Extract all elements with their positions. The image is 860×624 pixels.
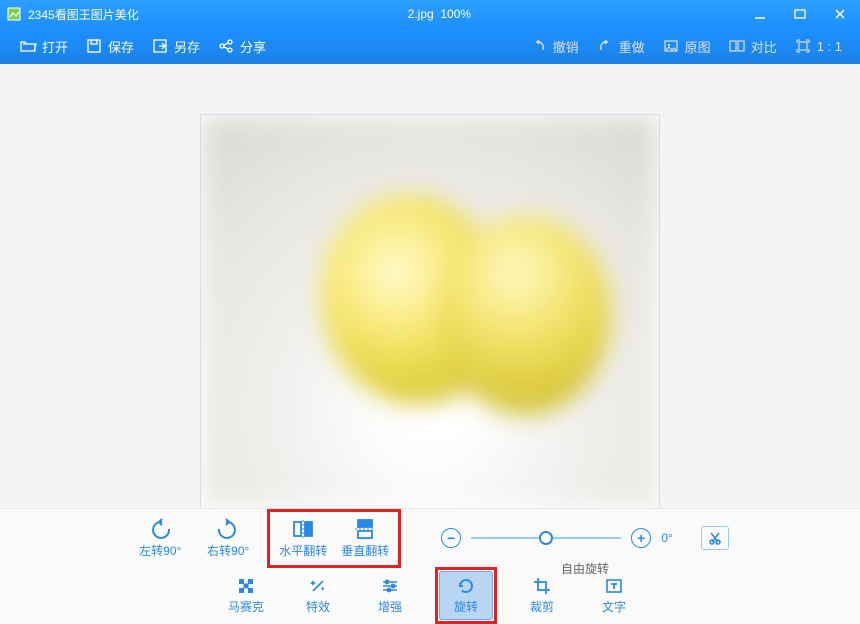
file-name-zoom: 2.jpg 100% [408,7,471,21]
mosaic-icon [236,576,256,596]
undo-icon [529,36,549,56]
original-label: 原图 [685,37,711,56]
share-button[interactable]: 分享 [208,32,274,60]
save-icon [84,36,104,56]
tab-text-label: 文字 [602,598,626,615]
file-name: 2.jpg [408,7,434,21]
zoom-level: 100% [440,7,471,21]
tab-rotate-label: 旋转 [454,598,478,615]
crop-apply-button[interactable] [701,526,729,550]
save-button[interactable]: 保存 [76,32,142,60]
tab-crop-label: 裁剪 [530,598,554,615]
redo-icon [595,36,615,56]
tab-rotate[interactable]: 旋转 [439,571,493,620]
onetoone-icon [793,36,813,56]
tab-effect-label: 特效 [306,598,330,615]
flip-v-label: 垂直翻转 [341,542,389,559]
rotate-right-90-button[interactable]: 右转90° [199,514,257,563]
tab-effect[interactable]: 特效 [291,572,345,619]
canvas-image[interactable] [200,114,660,509]
flip-vertical-button[interactable]: 垂直翻转 [336,514,394,563]
undo-label: 撤销 [553,37,579,56]
bottom-panel: 左转90° 右转90° 水平翻转 垂直翻转 − + 0° 自由旋转 [0,508,860,623]
angle-value: 0° [661,531,672,545]
tab-crop[interactable]: 裁剪 [515,572,569,619]
free-rotate-label: 自由旋转 [561,560,609,577]
rotate-left-label: 左转90° [139,542,181,559]
undo-button[interactable]: 撤销 [521,32,587,60]
compare-label: 对比 [751,37,777,56]
minimize-button[interactable] [740,0,780,28]
angle-minus-button[interactable]: − [441,528,461,548]
share-label: 分享 [240,37,266,56]
onetoone-button[interactable]: 1 : 1 [785,32,850,60]
compare-icon [727,36,747,56]
maximize-button[interactable] [780,0,820,28]
tab-text[interactable]: 文字 [587,572,641,619]
onetoone-label: 1 : 1 [817,39,842,54]
redo-label: 重做 [619,37,645,56]
text-icon [604,576,624,596]
open-button[interactable]: 打开 [10,32,76,60]
tabs-row: 马赛克 特效 增强 旋转 裁剪 文字 [0,567,860,623]
tab-mosaic[interactable]: 马赛克 [219,572,273,619]
close-button[interactable] [820,0,860,28]
image-icon [661,36,681,56]
angle-slider[interactable] [471,537,621,539]
saveas-label: 另存 [174,37,200,56]
folder-open-icon [18,36,38,56]
tab-enhance[interactable]: 增强 [363,572,417,619]
tab-enhance-label: 增强 [378,598,402,615]
save-label: 保存 [108,37,134,56]
share-icon [216,36,236,56]
toolbar: 打开 保存 另存 分享 撤销 重做 原图 对比 1 : 1 [0,28,860,64]
app-title: 2345看图王图片美化 [28,6,139,23]
free-rotate-control: − + 0° 自由旋转 [441,526,728,550]
tab-mosaic-label: 马赛克 [228,598,264,615]
redo-button[interactable]: 重做 [587,32,653,60]
sliders-icon [380,576,400,596]
open-label: 打开 [42,37,68,56]
canvas-area [0,64,860,509]
original-button[interactable]: 原图 [653,32,719,60]
flip-h-label: 水平翻转 [279,542,327,559]
flip-tools-highlight-box: 水平翻转 垂直翻转 [267,509,401,568]
window-buttons [740,0,860,28]
rotate-tools-row: 左转90° 右转90° 水平翻转 垂直翻转 − + 0° 自由旋转 [0,509,860,567]
rotate-tab-highlight-box: 旋转 [435,567,497,624]
saveas-icon [150,36,170,56]
rotate-icon [456,576,476,596]
angle-plus-button[interactable]: + [631,528,651,548]
magic-wand-icon [308,576,328,596]
compare-button[interactable]: 对比 [719,32,785,60]
rotate-right-label: 右转90° [207,542,249,559]
crop-icon [532,576,552,596]
rotate-left-90-button[interactable]: 左转90° [131,514,189,563]
app-logo-icon [6,6,22,22]
saveas-button[interactable]: 另存 [142,32,208,60]
titlebar: 2345看图王图片美化 2.jpg 100% [0,0,860,28]
flip-horizontal-button[interactable]: 水平翻转 [274,514,332,563]
slider-thumb[interactable] [539,531,553,545]
